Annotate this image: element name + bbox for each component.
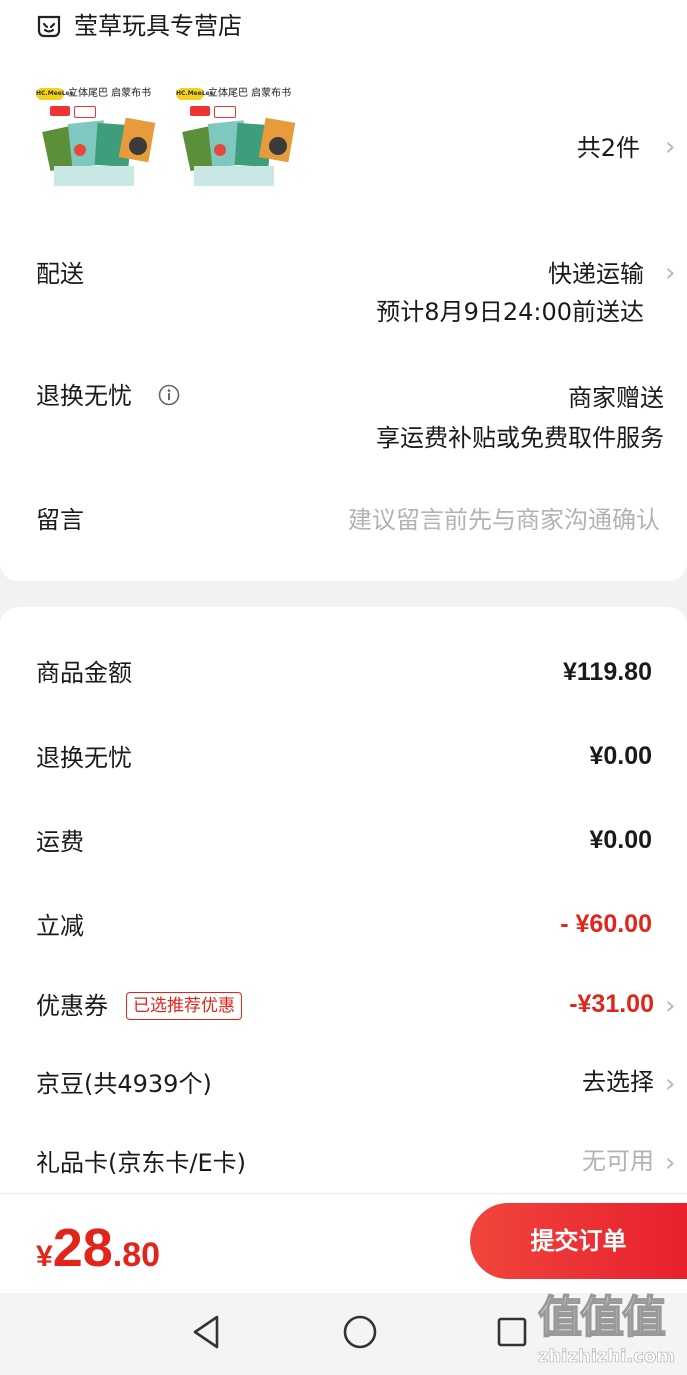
chevron-right-icon[interactable]: › (665, 1147, 675, 1179)
total-price: ¥28.80 (36, 1218, 160, 1278)
chevron-right-icon[interactable]: › (665, 131, 675, 163)
coupon-label: 优惠券 (36, 992, 108, 1020)
brand-logo: HC.MeeLee (176, 88, 214, 100)
gift-card-label: 礼品卡(京东卡/E卡) (36, 1149, 246, 1177)
jd-beans-label: 京豆(共4939个) (36, 1070, 212, 1098)
store-icon (36, 13, 62, 39)
discount-value: - ¥60.00 (560, 910, 652, 938)
delivery-method[interactable]: 快递运输 (440, 258, 644, 290)
chevron-right-icon[interactable]: › (665, 257, 675, 289)
returns-value: 商家赠送 (568, 384, 664, 412)
submit-order-button[interactable]: 提交订单 (470, 1203, 687, 1279)
delivery-eta: 预计8月9日24:00前送达 (376, 298, 644, 326)
total-integer: 28 (52, 1218, 113, 1278)
chevron-right-icon[interactable]: › (665, 1068, 675, 1100)
chevron-right-icon[interactable]: › (665, 990, 675, 1022)
returns-fee-value: ¥0.00 (589, 742, 652, 770)
message-label: 留言 (36, 506, 84, 534)
total-decimal: .80 (112, 1236, 161, 1274)
tag-red (190, 106, 210, 116)
recents-icon[interactable] (496, 1316, 528, 1348)
coupon-recommended-badge: 已选推荐优惠 (126, 992, 242, 1020)
goods-amount-value: ¥119.80 (563, 658, 652, 686)
product-thumbnail-1[interactable]: HC.MeeLee 立体尾巴 启蒙布书 (34, 80, 164, 210)
home-icon[interactable] (342, 1314, 378, 1350)
returns-fee-label: 退换无忧 (36, 744, 132, 772)
product-count[interactable]: 共2件 (560, 132, 640, 164)
product-thumbnail-2[interactable]: HC.MeeLee 立体尾巴 启蒙布书 (174, 80, 304, 210)
total-currency: ¥ (36, 1240, 53, 1273)
coupon-value[interactable]: -¥31.00 (452, 988, 654, 1020)
tag-outline (74, 106, 96, 118)
goods-amount-label: 商品金额 (36, 659, 132, 687)
shipping-value: ¥0.00 (589, 826, 652, 854)
jd-beans-select[interactable]: 去选择 (452, 1066, 654, 1098)
returns-label: 退换无忧 (36, 382, 132, 410)
store-name: 莹草玩具专营店 (74, 12, 242, 40)
watermark-glyphs: 值值值 (537, 1291, 667, 1344)
price-summary-card (0, 607, 687, 1207)
gift-card-value[interactable]: 无可用 (452, 1145, 654, 1177)
back-icon[interactable] (190, 1314, 222, 1350)
tag-outline (214, 106, 236, 118)
product-thumb-title: 立体尾巴 启蒙布书 (208, 88, 292, 99)
tag-red (50, 106, 70, 116)
watermark-text: zhizhizhi.com (538, 1346, 676, 1368)
discount-label: 立减 (36, 912, 84, 940)
shipping-label: 运费 (36, 828, 84, 856)
watermark: 值值值 zhizhizhi.com (536, 1290, 687, 1375)
brand-logo: HC.MeeLee (36, 88, 74, 100)
returns-desc: 享运费补贴或免费取件服务 (376, 424, 664, 452)
product-thumb-title: 立体尾巴 启蒙布书 (68, 88, 152, 99)
message-input[interactable]: 建议留言前先与商家沟通确认 (300, 504, 660, 536)
info-icon[interactable] (157, 383, 181, 407)
delivery-label: 配送 (36, 260, 84, 288)
